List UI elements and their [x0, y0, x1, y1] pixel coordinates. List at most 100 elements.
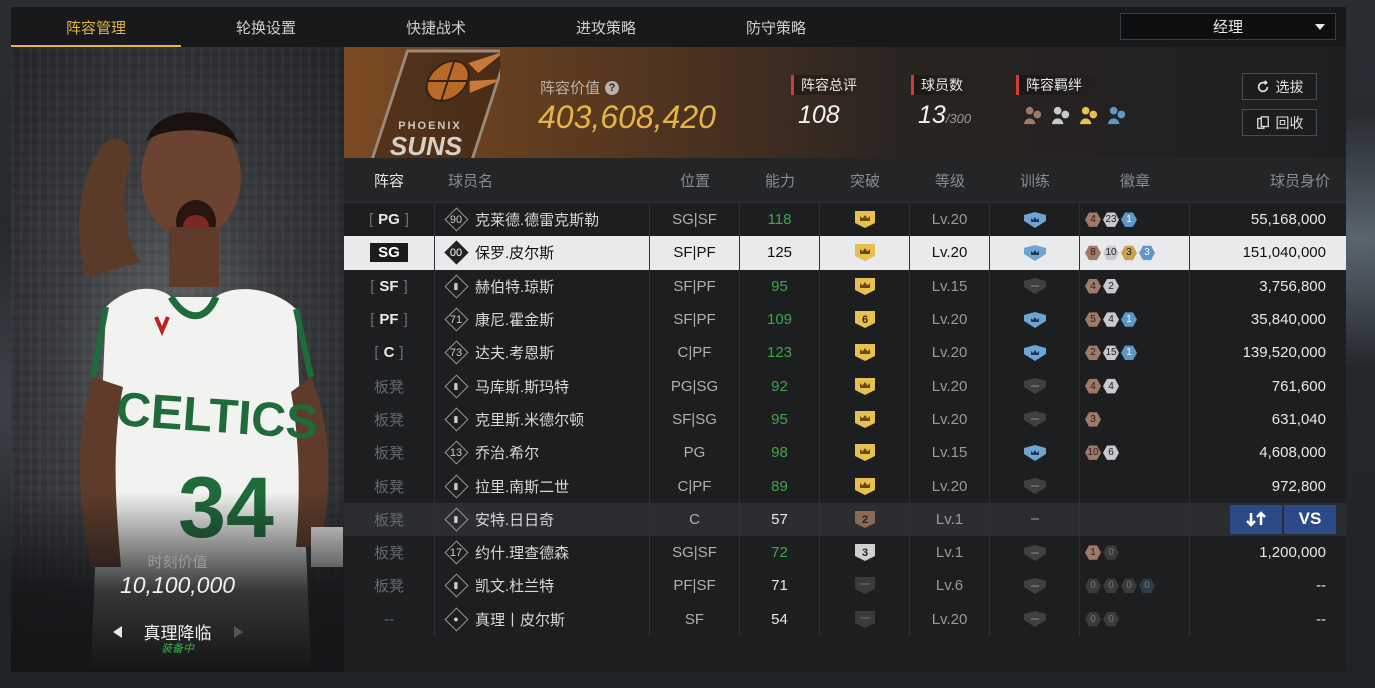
badges-cell[interactable]: 00	[1080, 602, 1190, 636]
header-training[interactable]: 训练	[990, 170, 1080, 191]
header-badges[interactable]: 徽章	[1080, 170, 1190, 191]
header-price[interactable]: 球员身价	[1190, 170, 1346, 191]
select-button[interactable]: 选拔	[1242, 73, 1317, 100]
header-level[interactable]: 等级	[910, 170, 990, 191]
table-row[interactable]: 板凳▮安特.日日奇C572Lv.10VS	[344, 502, 1346, 536]
player-name-cell[interactable]: 17 约什.理查德森	[434, 535, 650, 570]
lineup-slot[interactable]: 板凳	[344, 569, 434, 602]
player-name-cell[interactable]: ▮ 拉里.南斯二世	[434, 469, 650, 503]
badges-cell[interactable]: 0000	[1080, 569, 1190, 603]
training-cell[interactable]	[990, 236, 1080, 270]
player-card[interactable]: CELTICS 34 时刻价值 10,100,000 真理降临 装备中	[11, 47, 344, 672]
tab-rotation[interactable]: 轮换设置	[181, 7, 351, 47]
lineup-slot[interactable]: [PG]	[344, 203, 434, 236]
badges-cell[interactable]: 44	[1080, 369, 1190, 403]
bond-bronze-icon[interactable]	[1022, 103, 1045, 126]
training-cell[interactable]	[990, 469, 1080, 503]
player-name-cell[interactable]: 90 克莱德.德雷克斯勒	[434, 203, 650, 237]
header-lineup[interactable]: 阵容	[344, 170, 434, 191]
table-row[interactable]: [PF] 71 康尼.霍金斯 SF|PF 109 6 Lv.20 5 4 1 35,840,000	[344, 302, 1346, 337]
lineup-slot[interactable]: --	[344, 603, 434, 636]
table-row[interactable]: [C] 73 达夫.考恩斯 C|PF 123 Lv.20 2 15 1 139,520,000	[344, 336, 1346, 370]
player-level: Lv.20	[910, 236, 990, 270]
tab-lineup[interactable]: 阵容管理	[11, 7, 181, 47]
lineup-slot[interactable]: 板凳	[344, 436, 434, 469]
lineup-slot[interactable]: [SF]	[344, 270, 434, 303]
badges-cell[interactable]: 42	[1080, 269, 1190, 303]
training-cell[interactable]	[990, 302, 1080, 337]
badge-empty-icon: 0	[1103, 545, 1119, 560]
training-cell[interactable]	[990, 203, 1080, 237]
player-name-cell[interactable]: 73 达夫.考恩斯	[434, 336, 650, 370]
next-skin-arrow-icon[interactable]	[233, 625, 243, 638]
table-row[interactable]: [SF] ▮ 赫伯特.琼斯 SF|PF 95 Lv.15 4 2 3,756,800	[344, 269, 1346, 303]
player-name-cell[interactable]: ▮ 安特.日日奇	[434, 502, 650, 536]
bond-blue-icon[interactable]	[1106, 103, 1129, 126]
table-row[interactable]: 板凳 17 约什.理查德森 SG|SF 72 3 Lv.1 1 0 1,200,000	[344, 535, 1346, 570]
badges-cell[interactable]: 10 6	[1080, 436, 1190, 470]
player-name-cell[interactable]: ▮ 马库斯.斯玛特	[434, 369, 650, 403]
player-name-cell[interactable]: ● 真理丨皮尔斯	[434, 602, 650, 636]
lineup-slot[interactable]: SG	[344, 236, 434, 269]
player-name: 保罗.皮尔斯	[475, 245, 555, 263]
training-cell[interactable]	[990, 535, 1080, 570]
player-name-cell[interactable]: 13 乔治.希尔	[434, 436, 650, 470]
lineup-slot[interactable]: [PF]	[344, 303, 434, 336]
training-cell[interactable]	[990, 402, 1080, 437]
table-row[interactable]: 板凳 ▮ 克里斯.米德尔顿 SF|SG 95 Lv.20 3 631,040	[344, 402, 1346, 437]
badges-cell[interactable]: 541	[1080, 302, 1190, 337]
help-icon[interactable]: ?	[605, 80, 620, 95]
table-row[interactable]: 板凳 13 乔治.希尔 PG 98 Lv.15 10 6 4,608,000	[344, 436, 1346, 470]
bond-gold-icon[interactable]	[1078, 103, 1101, 126]
tab-offense[interactable]: 进攻策略	[521, 7, 691, 47]
table-row[interactable]: 板凳 ▮ 凯文.杜兰特 PF|SF 71 Lv.6 0 0 0 0 --	[344, 569, 1346, 603]
training-cell[interactable]	[990, 436, 1080, 470]
tab-defense[interactable]: 防守策略	[691, 7, 861, 47]
table-row[interactable]: [PG] 90 克莱德.德雷克斯勒 SG|SF 118 Lv.20 4 23 1 55,168,0…	[344, 203, 1346, 237]
lineup-slot[interactable]: 板凳	[344, 469, 434, 502]
training-cell[interactable]	[990, 269, 1080, 303]
bench-label: 板凳	[373, 445, 404, 463]
training-cell[interactable]	[990, 602, 1080, 636]
lineup-slot[interactable]: 板凳	[344, 503, 434, 536]
training-cell[interactable]	[990, 369, 1080, 403]
player-name-cell[interactable]: 71 康尼.霍金斯	[434, 302, 650, 337]
player-name-cell[interactable]: ▮ 凯文.杜兰特	[434, 569, 650, 603]
badges-cell[interactable]: 10	[1080, 535, 1190, 570]
player-price: --	[1316, 610, 1326, 628]
badges-cell[interactable]	[1080, 469, 1190, 503]
training-cell[interactable]	[990, 336, 1080, 370]
lineup-slot[interactable]: 板凳	[344, 369, 434, 402]
lineup-slot[interactable]: 板凳	[344, 403, 434, 436]
table-row[interactable]: 板凳 ▮ 马库斯.斯玛特 PG|SG 92 Lv.20 4 4 761,600	[344, 369, 1346, 403]
player-name-cell[interactable]: ▮ 克里斯.米德尔顿	[434, 402, 650, 437]
header-breakthrough[interactable]: 突破	[820, 170, 910, 191]
badges-cell[interactable]: 4 23 1	[1080, 203, 1190, 237]
bracket-right: ]	[403, 277, 408, 295]
prev-skin-arrow-icon[interactable]	[112, 625, 122, 638]
bond-silver-icon[interactable]	[1050, 103, 1073, 126]
recycle-button[interactable]: 回收	[1242, 109, 1317, 136]
player-name-cell[interactable]: 00 保罗.皮尔斯	[434, 236, 650, 270]
manager-dropdown[interactable]: 经理	[1120, 13, 1336, 40]
crown-shield-icon	[854, 244, 875, 262]
swap-button[interactable]	[1230, 504, 1282, 534]
badges-cell[interactable]: 8 10 3 3	[1080, 236, 1190, 270]
lineup-slot[interactable]: 板凳	[344, 536, 434, 569]
table-row[interactable]: SG 00 保罗.皮尔斯 SF|PF 125 Lv.20 8 10 3 3 151,040,000	[344, 236, 1346, 270]
header-ability[interactable]: 能力	[740, 170, 820, 191]
tab-quick-tactics[interactable]: 快捷战术	[351, 7, 521, 47]
badges-cell[interactable]	[1080, 502, 1190, 536]
badges-cell[interactable]: 2 15 1	[1080, 336, 1190, 370]
compare-button[interactable]: VS	[1284, 504, 1336, 534]
badge-silver-icon: 2	[1103, 279, 1119, 294]
table-row[interactable]: -- ● 真理丨皮尔斯 SF 54 Lv.20 0 0 --	[344, 602, 1346, 636]
lineup-slot[interactable]: [C]	[344, 336, 434, 369]
header-name[interactable]: 球员名	[434, 170, 650, 191]
table-row[interactable]: 板凳 ▮ 拉里.南斯二世 C|PF 89 Lv.20 972,800	[344, 469, 1346, 503]
header-position[interactable]: 位置	[650, 170, 740, 191]
training-cell[interactable]	[990, 569, 1080, 603]
training-cell[interactable]	[990, 502, 1080, 536]
player-name-cell[interactable]: ▮ 赫伯特.琼斯	[434, 269, 650, 303]
badges-cell[interactable]: 3	[1080, 402, 1190, 437]
